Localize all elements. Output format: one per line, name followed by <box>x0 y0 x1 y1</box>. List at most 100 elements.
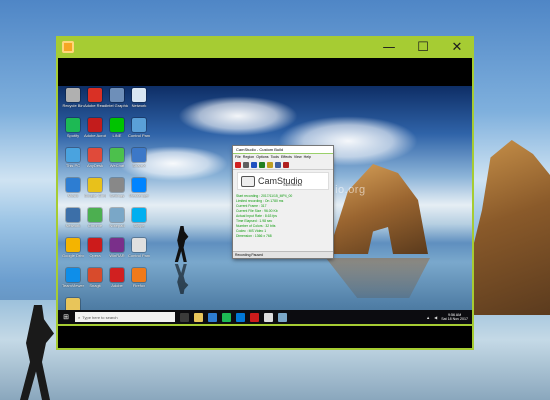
app-icon <box>66 238 80 252</box>
desktop-icon-label: Snagit <box>89 283 101 288</box>
desktop-icon[interactable]: Settings <box>106 178 128 198</box>
desktop-icon-label: Settings <box>109 193 125 198</box>
desktop-icon-label: Adobe Reader XI <box>84 103 106 108</box>
toolbar-button-icon[interactable] <box>275 161 281 168</box>
menu-item-help[interactable]: Help <box>304 154 311 160</box>
network-icon[interactable]: ▲ <box>426 315 430 320</box>
desktop-icon[interactable]: LINE <box>106 118 128 138</box>
app-icon <box>88 118 102 132</box>
desktop-icon[interactable]: Music <box>62 178 84 198</box>
logo-subtext: RECORDER <box>283 183 303 187</box>
desktop-icon[interactable]: Google Drive <box>62 238 84 258</box>
search-placeholder: Type here to search <box>82 314 118 320</box>
app-icon <box>66 178 80 192</box>
desktop-icon[interactable]: Network <box>62 208 84 228</box>
desktop-icon-label: Network <box>65 223 81 228</box>
app-icon <box>88 268 102 282</box>
mail-icon[interactable] <box>208 312 217 322</box>
toolbar-button-icon[interactable] <box>267 161 273 168</box>
camstudio-icon[interactable] <box>264 312 273 322</box>
windows-start-icon[interactable]: ⊞ <box>60 311 72 323</box>
toolbar-button-icon[interactable] <box>283 161 289 168</box>
toolbar-button-icon[interactable] <box>243 161 249 168</box>
window-titlebar[interactable]: — ☐ ✕ <box>56 36 474 58</box>
task-view-icon[interactable] <box>180 312 189 322</box>
camstudio-title[interactable]: CamStudio - Custom Build <box>233 146 333 154</box>
desktop-icon[interactable]: Firefox <box>128 268 150 288</box>
menu-item-view[interactable]: View <box>294 154 302 160</box>
recorder-preview-window: — ☐ ✕ Recycle BinAdobe Reader XIIntel Gr… <box>56 36 474 350</box>
app-icon <box>132 238 146 252</box>
cloud <box>178 96 298 136</box>
desktop-icon-label: Control Panel <box>128 133 150 138</box>
maximize-button[interactable]: ☐ <box>406 36 440 58</box>
desktop-icon[interactable]: AnyDesk <box>84 148 106 168</box>
camstudio-window: CamStudio - Custom Build File Region Optio… <box>233 146 333 258</box>
app-icon <box>110 88 124 102</box>
desktop-icon[interactable]: Skype <box>128 208 150 228</box>
photos-icon[interactable] <box>278 312 287 322</box>
desktop-icon[interactable]: Adobe <box>106 268 128 288</box>
desktop-icon[interactable]: WeChat <box>106 148 128 168</box>
app-icon <box>110 268 124 282</box>
spotify-icon[interactable] <box>222 312 231 322</box>
desktop-icon[interactable]: Chrome <box>84 208 106 228</box>
store-icon[interactable] <box>236 312 245 322</box>
desktop-icon[interactable]: Spotify <box>62 118 84 138</box>
menu-item-tools[interactable]: Tools <box>271 154 279 160</box>
desktop-icon[interactable]: Recycle Bin <box>62 88 84 108</box>
app-icon <box>62 41 74 53</box>
close-button[interactable]: ✕ <box>440 36 474 58</box>
desktop-icon[interactable]: Notepad <box>106 208 128 228</box>
desktop-icon-label: ShareX <box>132 163 146 168</box>
toolbar-button-icon[interactable] <box>235 161 241 168</box>
pinned-apps <box>175 312 287 322</box>
app-icon <box>132 268 146 282</box>
app-icon <box>88 148 102 162</box>
desktop-icon-label: Adobe Acrobat <box>84 133 106 138</box>
minimize-button[interactable]: — <box>372 36 406 58</box>
menu-item-file[interactable]: File <box>235 154 241 160</box>
desktop-icon-label: Adobe <box>111 283 123 288</box>
desktop-icon[interactable]: Messenger <box>128 178 150 198</box>
menu-item-options[interactable]: Options <box>256 154 268 160</box>
desktop-icon[interactable]: Opera <box>84 238 106 258</box>
app-icon <box>66 148 80 162</box>
runner-silhouette <box>174 226 189 262</box>
app-icon <box>88 208 102 222</box>
desktop-icon[interactable]: Snagit <box>84 268 106 288</box>
recording-info: Start recording : 2017/11/15_MP4_00 Limit… <box>236 194 330 239</box>
file-explorer-icon[interactable] <box>194 312 203 322</box>
app-icon <box>110 148 124 162</box>
desktop-icon-label: This PC <box>65 163 81 168</box>
taskbar-search-input[interactable]: ⌕ Type here to search <box>75 312 175 322</box>
desktop-icon[interactable]: Intel Graphics <box>106 88 128 108</box>
desktop-icon-label: Skype <box>133 223 145 228</box>
desktop-icon-label: Opera <box>89 253 101 258</box>
desktop-icon[interactable]: Adobe Acrobat <box>84 118 106 138</box>
opera-icon[interactable] <box>250 312 259 322</box>
desktop-icon-label: Notepad <box>109 223 125 228</box>
desktop-icon[interactable]: Google Chrome <box>84 178 106 198</box>
desktop-icon-label: Google Drive <box>62 253 84 258</box>
app-icon <box>66 88 80 102</box>
toolbar-button-icon[interactable] <box>251 161 257 168</box>
desktop-icon[interactable]: This PC <box>62 148 84 168</box>
desktop-icon-label: WeChat <box>109 163 125 168</box>
desktop-icon-label: Spotify <box>66 133 80 138</box>
clock-date: Sat 18 Nov 2017 <box>441 317 468 321</box>
desktop-icon[interactable]: Adobe Reader XI <box>84 88 106 108</box>
desktop-icon[interactable]: Network <box>128 88 150 108</box>
desktop-icon[interactable]: TeamViewer <box>62 268 84 288</box>
volume-icon[interactable]: ◀ <box>434 315 437 320</box>
desktop-icon[interactable]: ShareX <box>128 148 150 168</box>
app-icon <box>88 238 102 252</box>
desktop-icon[interactable]: Control Panel <box>128 238 150 258</box>
menu-item-region[interactable]: Region <box>243 154 254 160</box>
desktop-icon[interactable]: Control Panel <box>128 118 150 138</box>
app-icon <box>110 208 124 222</box>
desktop-icon[interactable]: WinRAR <box>106 238 128 258</box>
toolbar-button-icon[interactable] <box>259 161 265 168</box>
menu-item-effects[interactable]: Effects <box>281 154 292 160</box>
clock[interactable]: 9:56 AM Sat 18 Nov 2017 <box>441 313 468 321</box>
